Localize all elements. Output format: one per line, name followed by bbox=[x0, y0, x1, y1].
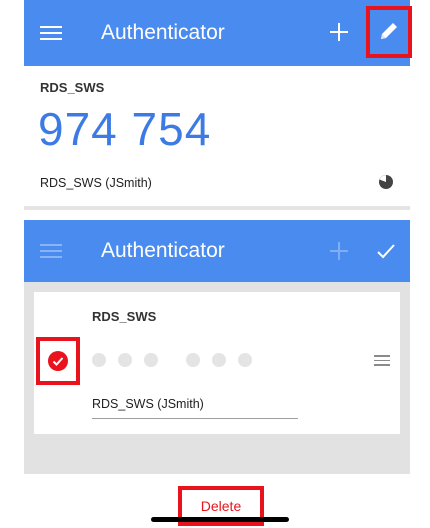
select-account-highlight[interactable] bbox=[36, 337, 80, 385]
app-bar: Authenticator bbox=[24, 220, 410, 282]
code-dot bbox=[92, 353, 106, 367]
field-underline bbox=[92, 418, 298, 419]
authenticator-edit-screen: Authenticator RDS_SWS RDS_SWS (JSmith) D… bbox=[24, 220, 410, 528]
account-issuer: RDS_SWS bbox=[40, 80, 105, 95]
authenticator-main-screen: Authenticator RDS_SWS 974 754 RDS_SWS (J… bbox=[24, 0, 412, 210]
menu-icon bbox=[40, 240, 62, 262]
app-title: Authenticator bbox=[101, 239, 225, 262]
account-edit-card: RDS_SWS RDS_SWS (JSmith) bbox=[34, 292, 400, 434]
code-dot bbox=[144, 353, 158, 367]
timer-icon bbox=[379, 175, 393, 189]
code-dot bbox=[118, 353, 132, 367]
account-issuer: RDS_SWS bbox=[92, 309, 157, 324]
code-dot bbox=[186, 353, 200, 367]
check-icon[interactable] bbox=[374, 239, 398, 263]
add-account-button[interactable] bbox=[327, 20, 351, 44]
code-dot bbox=[212, 353, 226, 367]
edit-button-highlight[interactable] bbox=[366, 6, 412, 58]
app-title: Authenticator bbox=[101, 21, 225, 44]
account-name: RDS_SWS (JSmith) bbox=[40, 176, 152, 190]
add-account-button bbox=[327, 239, 351, 263]
verification-code[interactable]: 974 754 bbox=[38, 102, 211, 156]
account-card[interactable]: RDS_SWS 974 754 RDS_SWS (JSmith) bbox=[24, 66, 410, 206]
menu-icon[interactable] bbox=[40, 22, 62, 44]
app-bar: Authenticator bbox=[24, 0, 412, 66]
pencil-icon bbox=[381, 23, 397, 39]
code-dot bbox=[238, 353, 252, 367]
drag-handle-icon[interactable] bbox=[374, 355, 390, 367]
account-name-field[interactable]: RDS_SWS (JSmith) bbox=[92, 397, 204, 411]
selected-checkmark-icon[interactable] bbox=[48, 351, 68, 371]
home-indicator bbox=[151, 517, 289, 522]
divider bbox=[24, 206, 410, 210]
